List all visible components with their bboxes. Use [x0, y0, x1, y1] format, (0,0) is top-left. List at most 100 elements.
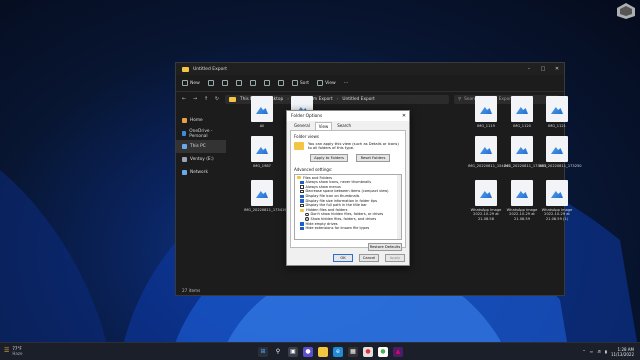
dialog-title: Folder Options [291, 113, 323, 119]
restore-defaults-button[interactable]: Restore Defaults [368, 242, 402, 251]
checkbox[interactable] [300, 194, 304, 199]
status-bar: 27 items [176, 285, 564, 295]
share-button[interactable] [263, 80, 270, 86]
image-file-icon [251, 136, 273, 162]
file-name: WhatsApp Image 2022-10-29 at 21.08.59 (1… [541, 208, 573, 221]
task-view-icon[interactable]: ▣ [288, 346, 298, 357]
file-name: IMG_1119 [477, 124, 495, 128]
photos-app-icon[interactable]: ▲ [393, 346, 403, 357]
file-item[interactable]: IMG_20220811_173419 [244, 180, 287, 212]
checkbox[interactable] [300, 203, 304, 208]
cancel-button[interactable]: Cancel [359, 254, 379, 262]
minimize-icon[interactable]: – [522, 66, 536, 72]
file-item[interactable]: WhatsApp Image 2022-10-29 at 21.08.59 (1… [539, 180, 575, 221]
sort-button[interactable]: Sort [291, 80, 309, 86]
file-name: All [259, 124, 265, 128]
chrome-icon[interactable]: ● [363, 346, 373, 357]
file-item[interactable]: All [244, 96, 280, 128]
sort-icon [291, 80, 298, 86]
checkbox[interactable] [300, 199, 304, 203]
file-name: IMG_1121 [548, 124, 566, 128]
tab-view[interactable]: View [314, 122, 333, 130]
explorer-tab-title[interactable]: Untitled Export [193, 67, 227, 72]
nav-item-icon [182, 157, 187, 162]
sidebar-item[interactable]: Home [176, 114, 226, 127]
settings-option[interactable]: Hide extensions for known file types [297, 226, 399, 231]
up-arrow-icon[interactable]: ↑ [203, 96, 209, 102]
share-icon [263, 80, 270, 86]
maximize-icon[interactable]: □ [536, 66, 550, 72]
checkbox[interactable] [300, 222, 304, 226]
volume-icon[interactable]: ♬ [597, 349, 601, 354]
sidebar-item[interactable]: OneDrive - Personal [176, 127, 226, 140]
file-item[interactable]: WhatsApp Image 2022-10-29 at 21.08.58 [468, 180, 504, 221]
new-button[interactable]: New [182, 80, 200, 86]
wifi-icon[interactable]: ≈ [590, 349, 593, 354]
checkbox[interactable] [300, 185, 304, 189]
file-item[interactable]: IMG_1121 [539, 96, 575, 128]
checkbox[interactable] [300, 180, 304, 185]
scrollbar[interactable] [397, 174, 401, 239]
rename-button[interactable] [249, 80, 256, 86]
forward-arrow-icon[interactable]: → [192, 96, 198, 102]
app-icon[interactable]: ● [378, 346, 388, 357]
apply-button[interactable]: Apply [385, 254, 405, 262]
close-icon[interactable]: ✕ [399, 113, 409, 119]
file-name: WhatsApp Image 2022-10-29 at 21.08.58 [470, 208, 502, 221]
start-icon[interactable]: ⊞ [258, 346, 268, 357]
radio-button[interactable] [305, 217, 309, 221]
folder-views-label: Folder views [294, 134, 319, 139]
apply-to-folders-button[interactable]: Apply to Folders [310, 153, 348, 162]
search-icon[interactable]: ⚲ [273, 347, 283, 357]
sidebar-item[interactable]: This PC [176, 140, 226, 153]
tab-search[interactable]: Search [333, 121, 355, 130]
chat-icon[interactable]: ● [303, 346, 313, 357]
file-explorer-icon[interactable] [318, 346, 328, 357]
paste-button[interactable] [235, 80, 242, 86]
file-item[interactable]: WhatsApp Image 2022-10-29 at 21.08.59 [504, 180, 540, 221]
image-file-icon [475, 136, 497, 162]
close-icon[interactable]: ✕ [550, 66, 564, 72]
reset-folders-button[interactable]: Reset Folders [356, 153, 390, 162]
weather-widget[interactable]: ☰ 77°F Haze [0, 346, 22, 356]
taskbar: ☰ 77°F Haze ⊞ ⚲ ▣ ● e ▦ ● ● ▲ ⌃ ≈ ♬ ▮ 1:… [0, 342, 640, 360]
channel-logo [617, 3, 635, 19]
file-name: IMG_1120 [513, 124, 531, 128]
file-item[interactable]: IMG_1120 [504, 96, 540, 128]
tab-general[interactable]: General [290, 121, 314, 130]
clock[interactable]: 1:28 AM 11/13/2022 [611, 347, 634, 357]
sidebar-item[interactable]: Ventoy (E:) [176, 153, 226, 166]
delete-button[interactable] [277, 80, 284, 86]
rename-icon [249, 80, 256, 86]
store-icon[interactable]: ▦ [348, 346, 358, 357]
file-item[interactable]: IMG_20220811_154247 [468, 136, 511, 168]
file-name: IMG_20220811_173419 [244, 208, 287, 212]
item-count: 27 items [182, 287, 201, 293]
back-arrow-icon[interactable]: ← [181, 96, 187, 102]
checkbox[interactable] [300, 226, 304, 231]
file-item[interactable]: IMG_20220811_173250 [539, 136, 582, 168]
sidebar-item[interactable]: Network [176, 166, 226, 179]
advanced-settings-list[interactable]: Files and Folders Always show icons, neve… [294, 173, 402, 240]
nav-item-icon [182, 118, 187, 123]
edge-icon[interactable]: e [333, 346, 343, 357]
image-file-icon [546, 180, 568, 206]
battery-icon[interactable]: ▮ [605, 349, 607, 354]
copy-button[interactable] [221, 80, 228, 86]
radio-button[interactable] [305, 212, 309, 217]
cut-button[interactable] [207, 80, 214, 86]
refresh-icon[interactable]: ↻ [214, 96, 220, 102]
checkbox[interactable] [300, 189, 304, 194]
file-item[interactable]: IMG_20220811_173005 [504, 136, 547, 168]
view-button[interactable]: View [317, 80, 336, 86]
ok-button[interactable]: OK [333, 254, 353, 262]
chevron-up-icon[interactable]: ⌃ [582, 349, 585, 354]
nav-item-icon [182, 131, 187, 136]
sidebar-item-label: Network [190, 170, 208, 175]
cut-icon [207, 80, 214, 86]
more-button[interactable]: ⋯ [344, 81, 349, 86]
file-item[interactable]: IMG_1987 [244, 136, 280, 168]
view-icon [317, 80, 324, 86]
file-item[interactable]: IMG_1119 [468, 96, 504, 128]
breadcrumb-untitled-export[interactable]: Untitled Export [342, 97, 374, 102]
